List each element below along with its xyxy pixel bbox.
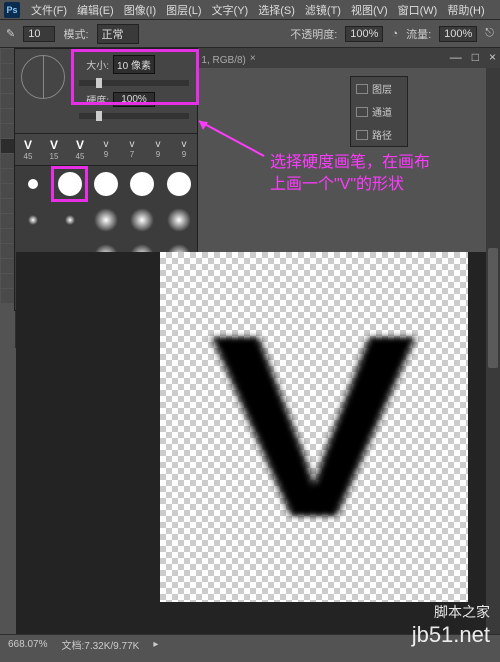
tool-hand[interactable] bbox=[1, 274, 15, 288]
tool-crop[interactable] bbox=[1, 109, 15, 123]
vertical-scrollbar[interactable] bbox=[486, 68, 500, 634]
tool-brush[interactable] bbox=[1, 139, 15, 153]
opacity-value[interactable]: 100% bbox=[345, 26, 383, 42]
annotation-text: 选择硬度画笔，在画布 上画一个"V"的形状 bbox=[270, 152, 430, 196]
tool-marquee[interactable] bbox=[1, 64, 15, 78]
size-input[interactable]: 10 像素 bbox=[113, 55, 155, 74]
canvas-content[interactable]: V bbox=[160, 252, 468, 602]
tool-eraser[interactable] bbox=[1, 169, 15, 183]
drawn-v-shape: V bbox=[210, 297, 418, 557]
minimize-icon[interactable]: — bbox=[450, 50, 462, 64]
tool-pen[interactable] bbox=[1, 214, 15, 228]
menu-layer[interactable]: 图层(L) bbox=[161, 0, 206, 20]
pressure-opacity-icon[interactable]: ◔ bbox=[391, 28, 398, 40]
status-doc[interactable]: 文档:7.32K/9.77K bbox=[61, 637, 139, 652]
menu-select[interactable]: 选择(S) bbox=[253, 0, 300, 20]
preset-v5[interactable]: v7 bbox=[119, 134, 145, 165]
preset-strip: V45 V15 V45 v9 v7 v9 v9 bbox=[15, 133, 197, 166]
tool-shape[interactable] bbox=[1, 259, 15, 273]
panel-item-channels[interactable]: 通道 bbox=[351, 100, 407, 123]
preset-v1[interactable]: V45 bbox=[15, 134, 41, 165]
flow-value[interactable]: 100% bbox=[439, 26, 477, 42]
preset-v6[interactable]: v9 bbox=[145, 134, 171, 165]
preset-v3[interactable]: V45 bbox=[67, 134, 93, 165]
menu-help[interactable]: 帮助(H) bbox=[442, 0, 489, 20]
brush-tool-icon[interactable]: ✎ bbox=[6, 27, 15, 40]
preset-v2[interactable]: V15 bbox=[41, 134, 67, 165]
size-label: 大小: bbox=[79, 57, 109, 72]
chevron-right-icon[interactable]: ▸ bbox=[153, 639, 158, 650]
menu-edit[interactable]: 编辑(E) bbox=[72, 0, 119, 20]
brush-hard-small[interactable] bbox=[15, 166, 51, 202]
tool-text[interactable] bbox=[1, 229, 15, 243]
preset-v4[interactable]: v9 bbox=[93, 134, 119, 165]
tool-move[interactable] bbox=[1, 49, 15, 63]
tool-eyedropper[interactable] bbox=[1, 124, 15, 138]
brush-angle-control[interactable] bbox=[21, 55, 65, 99]
brush-soft-2[interactable] bbox=[51, 202, 87, 238]
menu-filter[interactable]: 滤镜(T) bbox=[300, 0, 346, 20]
close-icon[interactable]: × bbox=[489, 50, 496, 64]
hardness-input[interactable]: 100% bbox=[113, 92, 155, 107]
status-zoom[interactable]: 668.07% bbox=[8, 639, 47, 650]
airbrush-icon[interactable]: ⎋ bbox=[485, 27, 494, 40]
tool-stamp[interactable] bbox=[1, 154, 15, 168]
channels-icon bbox=[356, 107, 368, 117]
menubar: Ps 文件(F) 编辑(E) 图像(I) 图层(L) 文字(Y) 选择(S) 滤… bbox=[0, 0, 500, 20]
ps-logo: Ps bbox=[4, 2, 20, 18]
mode-label: 模式: bbox=[63, 26, 88, 42]
layers-icon bbox=[356, 84, 368, 94]
annotation-arrow bbox=[194, 116, 274, 166]
menu-window[interactable]: 窗口(W) bbox=[393, 0, 443, 20]
tool-lasso[interactable] bbox=[1, 79, 15, 93]
watermark: 脚本之家 jb51.net bbox=[412, 602, 490, 648]
tool-wand[interactable] bbox=[1, 94, 15, 108]
options-bar: ✎ 10 模式: 正常 不透明度: 100% ◔ 流量: 100% ⎋ bbox=[0, 20, 500, 48]
menu-view[interactable]: 视图(V) bbox=[346, 0, 393, 20]
menu-type[interactable]: 文字(Y) bbox=[207, 0, 254, 20]
preset-v7[interactable]: v9 bbox=[171, 134, 197, 165]
brush-hard-4[interactable] bbox=[161, 166, 197, 202]
panel-menu: 图层 通道 路径 bbox=[350, 76, 408, 147]
mode-select[interactable]: 正常 bbox=[97, 24, 139, 44]
tool-path[interactable] bbox=[1, 244, 15, 258]
brush-size-select[interactable]: 10 bbox=[23, 26, 55, 42]
brush-soft-3[interactable] bbox=[88, 202, 124, 238]
watermark-url: jb51.net bbox=[412, 622, 490, 648]
menu-image[interactable]: 图像(I) bbox=[119, 0, 161, 20]
hardness-label: 硬度: bbox=[79, 92, 109, 107]
watermark-name: 脚本之家 bbox=[434, 602, 490, 622]
tool-blur[interactable] bbox=[1, 199, 15, 213]
hardness-slider[interactable] bbox=[79, 113, 189, 119]
canvas-area[interactable]: V bbox=[16, 252, 486, 634]
doc-window-controls: — □ × bbox=[450, 50, 496, 64]
opacity-label: 不透明度: bbox=[290, 26, 337, 42]
brush-soft-1[interactable] bbox=[15, 202, 51, 238]
panel-item-layers[interactable]: 图层 bbox=[351, 77, 407, 100]
tool-zoom[interactable] bbox=[1, 289, 15, 303]
scrollbar-thumb[interactable] bbox=[488, 248, 498, 368]
brush-soft-4[interactable] bbox=[124, 202, 160, 238]
brush-hard-selected[interactable] bbox=[51, 166, 87, 202]
size-slider[interactable] bbox=[79, 80, 189, 86]
maximize-icon[interactable]: □ bbox=[472, 50, 479, 64]
menu-file[interactable]: 文件(F) bbox=[26, 0, 72, 20]
panel-item-paths[interactable]: 路径 bbox=[351, 123, 407, 146]
brush-hard-2[interactable] bbox=[88, 166, 124, 202]
flow-label: 流量: bbox=[406, 26, 431, 42]
brush-soft-5[interactable] bbox=[161, 202, 197, 238]
close-icon[interactable]: × bbox=[250, 53, 256, 64]
tool-gradient[interactable] bbox=[1, 184, 15, 198]
paths-icon bbox=[356, 130, 368, 140]
brush-hard-3[interactable] bbox=[124, 166, 160, 202]
